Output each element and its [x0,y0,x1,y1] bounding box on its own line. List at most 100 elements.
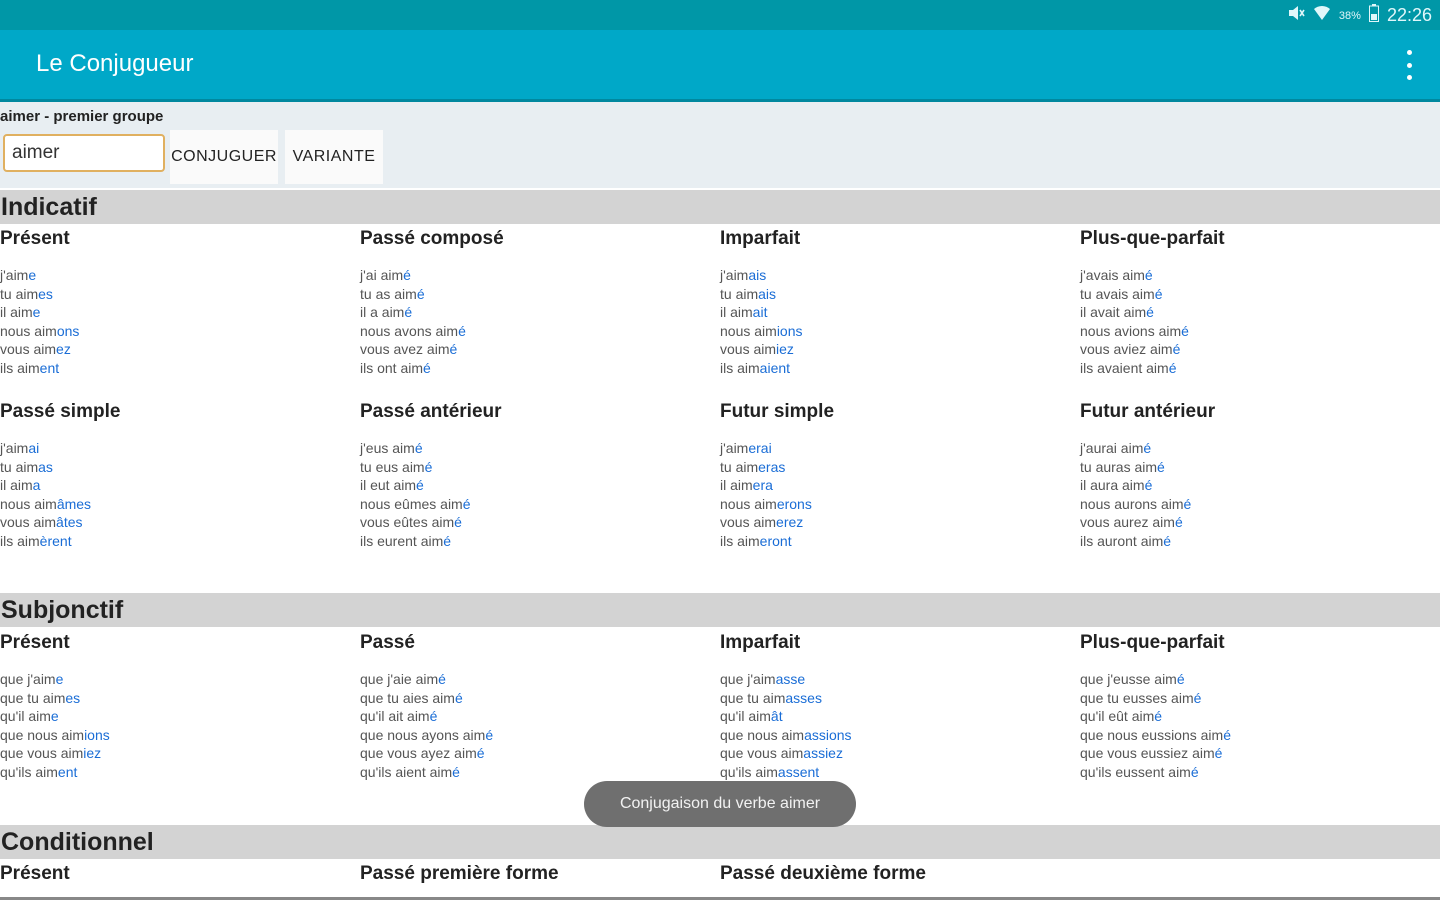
conjugation-line: tu aimes [0,285,360,304]
verb-stem: il avait aim [1080,304,1147,320]
tense-block: Passé que j'aie aimé que tu aies aimé qu'il… [360,630,720,781]
conjugation-line: que tu eusses aimé [1080,689,1440,708]
verb-stem: j'aim [0,440,29,456]
verb-ending: e [55,671,64,687]
conjugation-line: j'aime [0,266,360,285]
verb-stem: il a aim [360,304,405,320]
verb-stem: tu auras aim [1080,458,1158,475]
verb-stem: nous avions aim [1080,322,1182,339]
conjugation-line: nous aimions [720,322,1080,341]
verb-ending: es [38,285,53,302]
verb-ending: ais [758,285,777,302]
conjugation-list: j'avais aimé tu avais aimé il avait aimé no… [1080,266,1440,377]
conjugation-line: nous aimons [0,322,360,341]
verb-stem: vous aim [720,514,777,530]
conjugation-line: ils avaient aimé [1080,359,1440,378]
conjugation-line: ils aimaient [720,359,1080,378]
verb-ending: èrent [39,532,72,549]
verb-ending: é [454,689,463,706]
conjugation-line: qu'ils aimassent [720,763,1080,782]
conjugation-line: nous avons aimé [360,322,720,341]
verb-stem: tu aim [720,458,759,475]
conjugation-line: ils aiment [0,359,360,378]
verb-stem: il aim [0,477,33,493]
verb-stem: qu'ils aim [720,763,778,780]
verb-ending: ait [752,304,768,320]
conjugation-line: ils ont aimé [360,359,720,378]
verb-ending: é [416,477,424,493]
verb-ending: é [454,514,462,530]
conjugation-line: nous aurons aimé [1080,495,1440,514]
tense-block: Passé antérieur j'eus aimé tu eus aimé il e… [360,399,720,550]
conjugation-line: que vous eussiez aimé [1080,744,1440,763]
conjugation-line: nous aimerons [720,495,1080,514]
conjugation-line: que vous ayez aimé [360,744,720,763]
verb-ending: é [1144,267,1153,283]
verb-ending: é [485,726,494,743]
verb-stem: nous avons aim [360,322,459,339]
verb-stem: qu'il ait aim [360,708,430,724]
tense-block: Passé deuxième forme [720,861,1080,887]
toast-message: Conjugaison du verbe aimer [584,781,856,827]
verb-ending: eras [758,458,786,475]
verb-controls: aimer - premier groupe CONJUGUER VARIANT… [0,102,1440,188]
clock: 22:26 [1386,5,1432,25]
app-title: Le Conjugueur [36,50,194,77]
conjugation-line: nous eûmes aimé [360,495,720,514]
verb-stem: vous aim [0,341,57,357]
verb-stem: vous aim [0,514,57,530]
conjugation-line: ils aimeront [720,532,1080,551]
verb-input[interactable] [3,134,165,172]
verb-ending: ai [28,440,40,456]
verb-stem: il aim [720,304,753,320]
verb-stem: que nous aim [0,726,85,743]
verb-stem: qu'ils eussent aim [1080,763,1191,780]
conjugation-list: j'ai aimé tu as aimé il a aimé nous avons a… [360,266,720,377]
verb-ending: ais [748,267,767,283]
verb-stem: qu'ils aim [0,763,58,780]
verb-stem: que tu eusses aim [1080,689,1194,706]
conjugation-line: que tu aies aimé [360,689,720,708]
verb-stem: tu as aim [360,285,417,302]
tense-name: Passé première forme [360,863,559,884]
conjuguer-button[interactable]: CONJUGUER [170,130,278,184]
conjugation-line: que tu aimes [0,689,360,708]
status-bar: 38% 22:26 [0,0,1440,30]
conjugation-list: que j'aime que tu aimes qu'il aime que nous… [0,670,360,781]
conjugation-line: vous aimez [0,340,360,359]
battery-icon [1368,4,1379,27]
verb-stem: que tu aim [0,689,66,706]
verb-stem: nous aurons aim [1080,495,1184,512]
section-header-indicatif: Indicatif [0,190,1440,224]
app-bar: Le Conjugueur [0,30,1440,102]
verb-stem: qu'ils aient aim [360,763,453,780]
verb-stem: nous eûmes aim [360,495,463,512]
variante-button[interactable]: VARIANTE [285,130,383,184]
battery-percent: 38% [1338,9,1361,22]
verb-ending: aient [759,359,791,376]
tense-block: Imparfait j'aimais tu aimais il aimait nous … [720,226,1080,377]
overflow-menu-icon[interactable] [1404,50,1414,80]
verb-ending: é [1154,708,1163,724]
verb-stem: que tu aim [720,689,786,706]
tense-name: Passé simple [0,401,121,422]
conjugation-line: que tu aimasses [720,689,1080,708]
conjugation-line: que j'eusse aimé [1080,670,1440,689]
verb-group-label: aimer - premier groupe [0,108,164,125]
conjugation-line: nous aimâmes [0,495,360,514]
verb-ending: é [1168,359,1177,376]
verb-stem: tu aim [720,285,759,302]
verb-stem: ils aim [720,532,760,549]
conjugation-line: ils aimèrent [0,532,360,551]
verb-ending: assent [777,763,820,780]
verb-stem: que vous ayez aim [360,745,477,761]
conjugation-line: nous avions aimé [1080,322,1440,341]
verb-ending: ent [57,763,78,780]
verb-stem: vous aurez aim [1080,514,1175,530]
verb-stem: ils aim [720,359,760,376]
verb-stem: j'ai aim [360,267,404,283]
verb-ending: é [476,745,485,761]
conjugation-list: j'aime tu aimes il aime nous aimons vous aim… [0,266,360,377]
verb-stem: que vous aim [720,745,804,761]
conjugation-line: que nous aimassions [720,726,1080,745]
